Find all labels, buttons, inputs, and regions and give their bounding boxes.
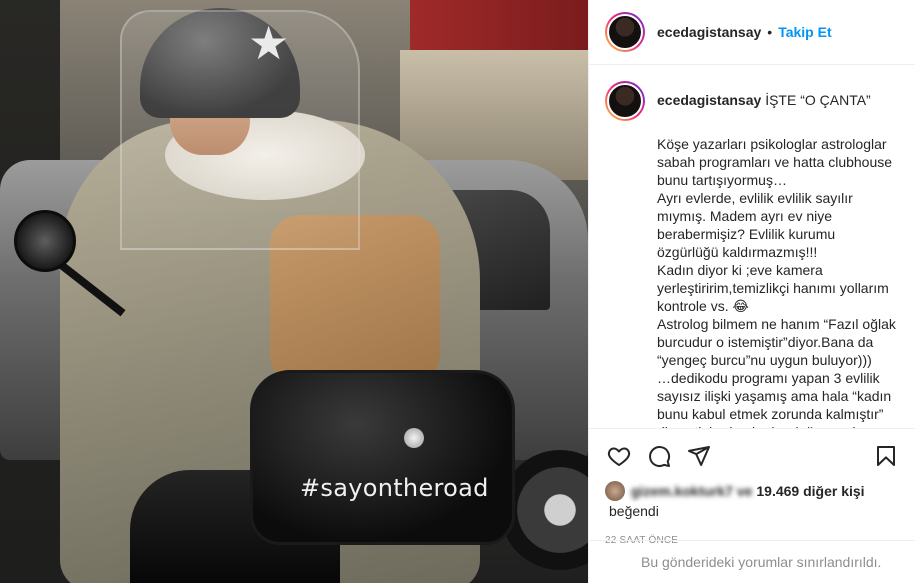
heart-icon[interactable] [605,442,633,470]
comments-limited-notice: Bu gönderideki yorumlar sınırlandırıldı. [589,540,915,583]
caption-title-line: ecedagistansay İŞTE “O ÇANTA” [657,81,871,121]
caption-username[interactable]: ecedagistansay [657,92,761,108]
avatar-image [607,83,643,119]
caption-header: ecedagistansay İŞTE “O ÇANTA” [605,81,900,121]
post-photo[interactable]: ★ #sayontheroad [0,0,588,583]
likes-suffix: beğendi [609,503,659,519]
avatar-image [607,14,643,50]
paper-plane-icon[interactable] [685,442,713,470]
windshield [120,10,360,250]
liker-avatar[interactable] [605,481,625,501]
post-header: ecedagistansay • Takip Et [589,0,915,65]
topcase-hashtag: #sayontheroad [300,474,489,502]
caption-title: İŞTE “O ÇANTA” [765,92,871,108]
post-actions: gizem.kokturk7 ve 19.469 diğer kişi beğe… [589,428,915,546]
topcase-lock [404,428,424,448]
avatar[interactable] [605,12,645,52]
caption-text: Köşe yazarları psikologlar astrologlar s… [657,136,896,428]
likes-summary: gizem.kokturk7 ve 19.469 diğer kişi [605,481,900,501]
post-side-panel: ecedagistansay • Takip Et ecedagistansay… [588,0,915,583]
action-icons [605,441,900,471]
likes-count[interactable]: 19.469 diğer kişi [756,483,864,499]
caption-avatar[interactable] [605,81,645,121]
separator-dot: • [767,24,773,40]
follow-button[interactable]: Takip Et [778,24,831,40]
comment-icon[interactable] [645,442,673,470]
side-mirror [14,210,76,272]
header-username[interactable]: ecedagistansay [657,24,761,40]
caption-area[interactable]: ecedagistansay İŞTE “O ÇANTA” Köşe yazar… [589,65,915,428]
bookmark-icon[interactable] [872,442,900,470]
scooter-topcase [250,370,515,545]
liker-name[interactable]: gizem.kokturk7 ve [631,483,752,499]
